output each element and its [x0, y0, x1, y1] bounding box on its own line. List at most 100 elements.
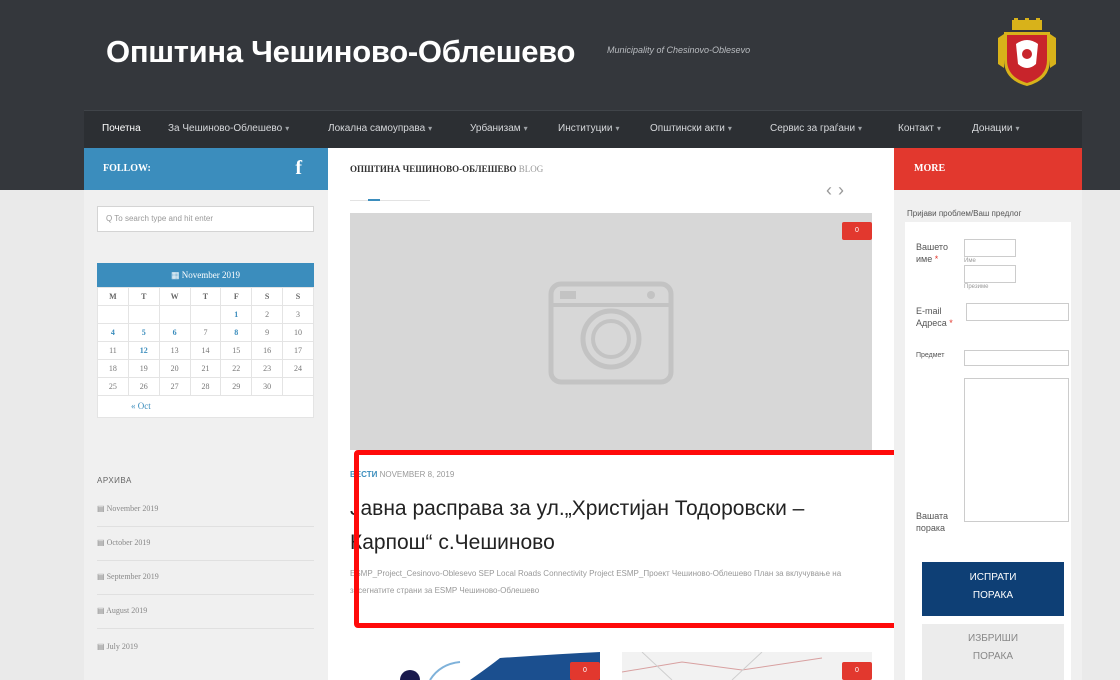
- calendar-day: 26: [127, 377, 160, 396]
- comment-badge-icon[interactable]: 0: [570, 662, 600, 680]
- nav-label: Урбанизам: [470, 123, 521, 134]
- archive-item[interactable]: ▤ August 2019: [97, 606, 147, 615]
- first-name-input[interactable]: [964, 239, 1016, 257]
- first-name-sub: Име: [964, 258, 976, 264]
- nav-about[interactable]: За Чешиново-Облешево ▾: [168, 123, 289, 134]
- calendar-day: 13: [158, 341, 191, 360]
- weekday: T: [189, 287, 222, 306]
- chevron-down-icon: ▾: [937, 124, 942, 133]
- chevron-down-icon: ▾: [615, 124, 620, 133]
- archive-item[interactable]: ▤ July 2019: [97, 642, 138, 651]
- search-placeholder: Q To search type and hit enter: [106, 214, 214, 223]
- nav-contact[interactable]: Контакт ▾: [898, 123, 941, 134]
- archive-label: October 2019: [106, 538, 151, 547]
- archive-title: АРХИВА: [97, 476, 132, 485]
- calendar-day[interactable]: 6: [158, 323, 191, 342]
- archive-item[interactable]: ▤ September 2019: [97, 572, 159, 581]
- archive-label: November 2019: [106, 504, 159, 513]
- search-input[interactable]: Q To search type and hit enter: [97, 206, 314, 232]
- last-name-sub: Презиме: [964, 284, 989, 290]
- calendar-day: 11: [97, 341, 129, 360]
- weekday: S: [282, 287, 314, 306]
- calendar-icon: ▦: [170, 270, 180, 280]
- calendar-prev-link[interactable]: « Oct: [131, 401, 151, 411]
- nav-municipal-acts[interactable]: Општински акти ▾: [650, 123, 732, 134]
- email-field[interactable]: [966, 303, 1069, 321]
- weekday: T: [127, 287, 160, 306]
- clear-message-button[interactable]: ИЗБРИШИ ПОРАКА: [922, 624, 1064, 680]
- comment-count: 0: [583, 667, 587, 674]
- section-title: ОПШТИНА ЧЕШИНОВО-ОБЛЕШЕВО BLOG: [350, 164, 543, 174]
- calendar-week: 11 12 13 14 15 16 17: [97, 341, 314, 360]
- calendar-widget: ▦ November 2019 M T W T F S S 1234567891…: [97, 263, 314, 418]
- chevron-down-icon: ▾: [727, 124, 732, 133]
- nav-label: Контакт: [898, 123, 935, 134]
- comment-badge-icon[interactable]: 0: [842, 222, 872, 240]
- thumbnail-graphic: [400, 652, 600, 680]
- section-underline: [350, 199, 430, 201]
- calendar-day: [97, 305, 129, 324]
- calendar-day[interactable]: 4: [97, 323, 129, 342]
- calendar-day[interactable]: 8: [220, 323, 253, 342]
- calendar-day: 14: [189, 341, 222, 360]
- chevron-down-icon: ▾: [428, 124, 433, 133]
- comment-count: 0: [855, 667, 859, 674]
- email-label: E-mail Адреса *: [916, 306, 953, 328]
- calendar-day: 15: [220, 341, 253, 360]
- more-bar: MORE: [894, 148, 1082, 190]
- calendar-day: [158, 305, 191, 324]
- nav-local-government[interactable]: Локална самоуправа ▾: [328, 123, 432, 134]
- calendar-day: 9: [251, 323, 284, 342]
- weekday: M: [97, 287, 129, 306]
- chevron-left-icon[interactable]: ‹: [826, 180, 832, 200]
- calendar-day: 23: [251, 359, 284, 378]
- divider: [97, 594, 314, 595]
- facebook-icon[interactable]: f: [295, 157, 302, 180]
- last-name-input[interactable]: [964, 265, 1016, 283]
- follow-label: FOLLOW:: [103, 163, 151, 174]
- message-label: Вашата порака: [916, 511, 949, 533]
- nav-donations[interactable]: Донации ▾: [972, 123, 1019, 134]
- main-nav: Почетна За Чешиново-Облешево ▾ Локална са…: [84, 110, 1082, 148]
- calendar-day[interactable]: 1: [220, 305, 253, 324]
- calendar-day: [127, 305, 160, 324]
- thumbnail-map: [622, 652, 823, 680]
- post-thumbnail[interactable]: [350, 652, 600, 680]
- archive-item[interactable]: ▤ November 2019: [97, 504, 158, 513]
- nav-urbanism[interactable]: Урбанизам ▾: [470, 123, 528, 134]
- calendar-week: 123: [97, 305, 314, 324]
- archive-item[interactable]: ▤ October 2019: [97, 538, 150, 547]
- subject-label: Предмет: [916, 352, 945, 359]
- nav-label: Институции: [558, 123, 613, 134]
- calendar-day: 18: [97, 359, 129, 378]
- comment-badge-icon[interactable]: 0: [842, 662, 872, 680]
- calendar-day[interactable]: 5: [127, 323, 160, 342]
- subject-input[interactable]: [964, 350, 1069, 366]
- chevron-down-icon: ▾: [285, 124, 290, 133]
- calendar-day: 21: [189, 359, 222, 378]
- chevron-right-icon[interactable]: ›: [838, 180, 844, 200]
- slider-arrows: ‹ ›: [826, 180, 850, 201]
- divider: [97, 526, 314, 527]
- calendar-day: 22: [220, 359, 253, 378]
- send-line-2: ПОРАКА: [972, 590, 1014, 601]
- nav-label: Општински акти: [650, 123, 725, 134]
- municipality-crest-icon[interactable]: [996, 18, 1058, 88]
- calendar-day: 25: [97, 377, 129, 396]
- clear-line-1: ИЗБРИШИ: [968, 633, 1018, 644]
- calendar-day: 24: [282, 359, 314, 378]
- post-thumbnail[interactable]: [622, 652, 872, 680]
- calendar-day: 16: [251, 341, 284, 360]
- nav-label: Сервис за граѓани: [770, 123, 856, 134]
- site-title[interactable]: Општина Чешиново-Облешево: [106, 34, 575, 70]
- nav-home[interactable]: Почетна: [102, 123, 141, 134]
- nav-institutions[interactable]: Институции ▾: [558, 123, 619, 134]
- message-textarea[interactable]: [964, 378, 1069, 522]
- more-label: MORE: [914, 163, 946, 174]
- calendar-day[interactable]: 12: [127, 341, 160, 360]
- camera-placeholder-icon: [548, 281, 674, 385]
- nav-label: Почетна: [102, 123, 141, 134]
- send-message-button[interactable]: ИСПРАТИ ПОРАКА: [922, 562, 1064, 616]
- nav-citizen-service[interactable]: Сервис за граѓани ▾: [770, 123, 862, 134]
- calendar-day: 29: [220, 377, 253, 396]
